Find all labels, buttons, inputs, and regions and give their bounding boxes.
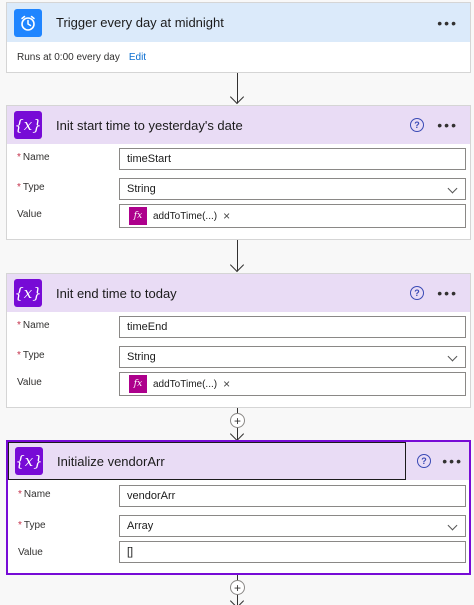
add-step-button[interactable]: + <box>230 580 245 595</box>
required-mark: * <box>17 350 21 361</box>
value-label: Value <box>17 209 42 220</box>
value-label: Value <box>17 377 42 388</box>
step-header[interactable]: {x} Initialize vendorArr <box>8 442 406 480</box>
expression-token[interactable]: fx addToTime(...) × <box>129 375 230 393</box>
arrow-down-icon <box>229 426 245 442</box>
required-mark: * <box>17 182 21 193</box>
help-circle-icon[interactable]: ? <box>410 118 424 132</box>
more-options-icon[interactable]: ••• <box>437 286 458 300</box>
name-field[interactable]: vendorArr <box>119 485 466 507</box>
function-icon: fx <box>129 207 147 225</box>
add-step-button[interactable]: + <box>230 413 245 428</box>
value-field[interactable]: [] <box>119 541 466 563</box>
expression-token[interactable]: fx addToTime(...) × <box>129 207 230 225</box>
required-mark: * <box>18 489 22 500</box>
trigger-title: Trigger every day at midnight <box>56 15 224 30</box>
alarm-clock-icon <box>14 8 42 37</box>
schedule-text: Runs at 0:00 every day <box>17 51 120 63</box>
trigger-header[interactable]: Trigger every day at midnight ••• <box>7 3 470 42</box>
more-options-icon[interactable]: ••• <box>442 454 463 468</box>
trigger-card[interactable]: Trigger every day at midnight ••• Runs a… <box>6 2 471 73</box>
step-title: Init end time to today <box>56 285 177 301</box>
type-dropdown[interactable]: Array <box>119 515 466 537</box>
variable-icon: {x} <box>15 447 43 475</box>
type-label: * Type <box>18 520 46 531</box>
init-variable-card-selected[interactable]: {x} Initialize vendorArr ? ••• * Name ven… <box>6 440 471 575</box>
chevron-down-icon <box>447 351 458 362</box>
required-mark: * <box>17 320 21 331</box>
type-dropdown[interactable]: String <box>119 178 466 200</box>
remove-token-icon[interactable]: × <box>223 377 230 391</box>
function-icon: fx <box>129 375 147 393</box>
value-field[interactable]: fx addToTime(...) × <box>119 204 466 228</box>
variable-icon: {x} <box>14 279 42 307</box>
type-dropdown[interactable]: String <box>119 346 466 368</box>
chevron-down-icon <box>447 183 458 194</box>
step-title: Initialize vendorArr <box>57 453 165 469</box>
init-variable-card[interactable]: {x} Init end time to today ? ••• * Name t… <box>6 273 471 408</box>
arrow-down-icon <box>229 89 245 105</box>
trigger-summary: Runs at 0:00 every day Edit <box>7 42 470 72</box>
required-mark: * <box>17 152 21 163</box>
help-circle-icon[interactable]: ? <box>417 454 431 468</box>
chevron-down-icon <box>447 520 458 531</box>
help-circle-icon[interactable]: ? <box>410 286 424 300</box>
more-options-icon[interactable]: ••• <box>437 118 458 132</box>
type-label: * Type <box>17 350 45 361</box>
step-header[interactable]: {x} Init end time to today ? ••• <box>7 274 470 312</box>
header-actions: ? ••• <box>406 442 469 480</box>
init-variable-card[interactable]: {x} Init start time to yesterday's date … <box>6 105 471 240</box>
name-label: * Name <box>17 320 50 331</box>
remove-token-icon[interactable]: × <box>223 209 230 223</box>
required-mark: * <box>18 520 22 531</box>
value-label: Value <box>18 547 43 558</box>
type-label: * Type <box>17 182 45 193</box>
step-title: Init start time to yesterday's date <box>56 117 243 133</box>
name-field[interactable]: timeEnd <box>119 316 466 338</box>
more-options-icon[interactable]: ••• <box>437 16 458 30</box>
step-header[interactable]: {x} Init start time to yesterday's date … <box>7 106 470 144</box>
name-label: * Name <box>18 489 51 500</box>
arrow-down-icon <box>229 257 245 273</box>
variable-icon: {x} <box>14 111 42 139</box>
arrow-down-icon <box>229 593 245 605</box>
name-label: * Name <box>17 152 50 163</box>
edit-link[interactable]: Edit <box>129 52 146 63</box>
name-field[interactable]: timeStart <box>119 148 466 170</box>
value-field[interactable]: fx addToTime(...) × <box>119 372 466 396</box>
